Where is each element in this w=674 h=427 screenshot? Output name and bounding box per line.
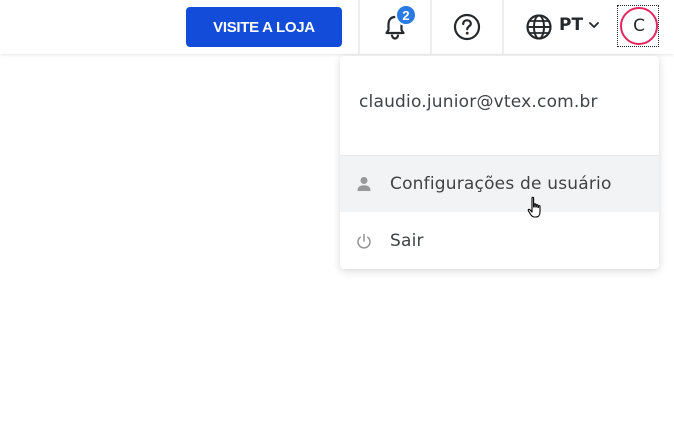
top-bar: VISITE A LOJA 2 PT C [0, 0, 674, 54]
divider [358, 0, 360, 54]
logout-menu-item[interactable]: Sair [340, 213, 659, 269]
user-settings-menu-item[interactable]: Configurações de usuário [340, 156, 659, 212]
person-icon [357, 177, 371, 191]
user-menu-dropdown: claudio.junior@vtex.com.br Configurações… [340, 56, 659, 269]
avatar-initial: C [633, 16, 645, 36]
user-email: claudio.junior@vtex.com.br [359, 92, 598, 112]
logout-label: Sair [390, 231, 424, 251]
language-selector[interactable] [524, 12, 554, 42]
user-settings-label: Configurações de usuário [390, 174, 612, 194]
language-code[interactable]: PT [559, 15, 583, 35]
visit-store-button[interactable]: VISITE A LOJA [186, 7, 342, 47]
power-icon [357, 233, 371, 249]
notification-badge: 2 [395, 4, 417, 26]
globe-icon [526, 14, 552, 40]
hand-pointer-cursor-icon [527, 196, 541, 218]
help-icon [453, 13, 481, 41]
divider [430, 0, 432, 54]
divider [502, 0, 504, 54]
avatar[interactable]: C [620, 7, 658, 45]
chevron-down-icon[interactable] [587, 18, 601, 32]
help-button[interactable] [451, 11, 483, 43]
